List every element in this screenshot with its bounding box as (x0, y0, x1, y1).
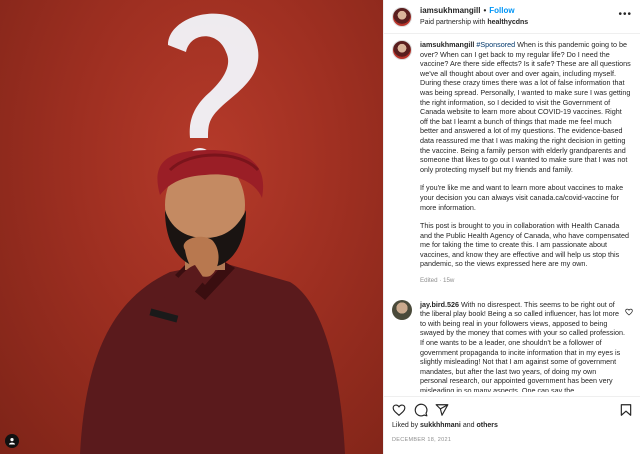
partnership-prefix: Paid partnership with (420, 18, 486, 26)
commenter-username[interactable]: jay.bird.526 (420, 300, 459, 309)
heart-icon[interactable] (392, 403, 406, 417)
author-username[interactable]: iamsukhmangill (420, 6, 480, 15)
bookmark-icon[interactable] (619, 403, 633, 417)
likes-summary: Liked by sukkhhmani and others (392, 422, 498, 429)
comment-item: jay.bird.526 With no disrespect. This se… (392, 299, 633, 392)
post-caption: iamsukhmangill #Sponsored When is this p… (392, 40, 631, 286)
post-actions-bar (384, 396, 640, 418)
likes-middle: and (462, 422, 475, 429)
user-tag-icon[interactable] (5, 434, 19, 448)
post-date: DECEMBER 18, 2021 (392, 437, 452, 443)
likes-others[interactable]: others (476, 422, 497, 429)
cloud-question-mark (168, 13, 259, 172)
separator-dot: • (483, 5, 487, 15)
caption-avatar[interactable] (392, 40, 412, 60)
post-header: iamsukhmangill • Follow Paid partnership w… (384, 0, 640, 34)
caption-username[interactable]: iamsukhmangill (420, 40, 474, 49)
caption-text-1: When is this pandemic going to be over? … (420, 40, 631, 174)
author-avatar[interactable] (392, 6, 412, 27)
share-icon[interactable] (435, 403, 449, 417)
caption-paragraph-1: iamsukhmangill #Sponsored When is this p… (420, 40, 631, 174)
photo-illustration (80, 13, 345, 454)
caption-paragraph-2: If you're like me and want to learn more… (420, 183, 624, 212)
partner-link[interactable]: healthycdns (487, 19, 528, 26)
comment-like-heart-icon[interactable] (625, 308, 633, 316)
comments-scroll-area[interactable]: iamsukhmangill #Sponsored When is this p… (384, 40, 640, 392)
commenter-avatar[interactable] (392, 299, 412, 320)
edited-timestamp: Edited · 15w (420, 277, 455, 285)
comment-icon[interactable] (414, 403, 428, 417)
caption-paragraph-3: This post is brought to you in collabora… (420, 221, 629, 269)
sponsored-hashtag[interactable]: #Sponsored (476, 40, 515, 49)
liked-by-user[interactable]: sukkhhmani (420, 422, 461, 429)
partnership-label: Paid partnership with healthycdns (420, 17, 528, 29)
likes-prefix: Liked by (392, 422, 419, 429)
follow-button[interactable]: Follow (489, 6, 514, 15)
more-options-icon[interactable]: ••• (618, 9, 632, 20)
post-image[interactable] (0, 0, 383, 454)
post-details-panel: iamsukhmangill • Follow Paid partnership w… (383, 0, 640, 454)
comment-text: With no disrespect. This seems to be rig… (420, 299, 625, 392)
